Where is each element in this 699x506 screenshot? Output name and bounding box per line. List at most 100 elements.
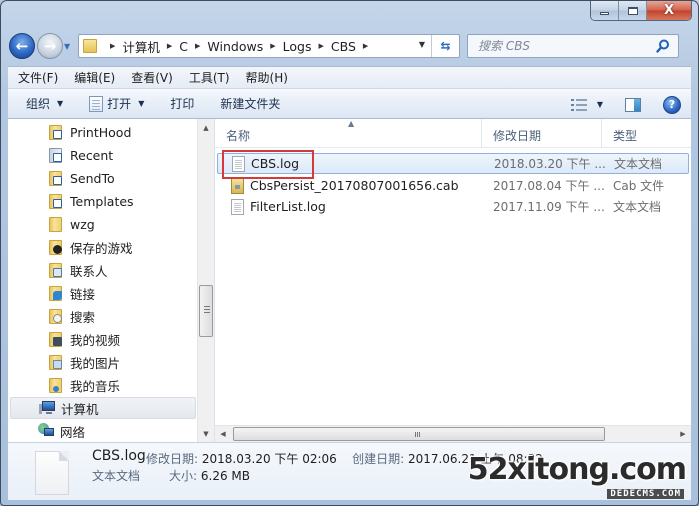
views-dropdown-icon[interactable]: ▼ [597,100,603,109]
scroll-down-arrow-icon[interactable]: ▼ [198,425,214,442]
file-name-cell: CbsPersist_20170807001656.cab [231,177,459,194]
chevron-down-icon[interactable]: ▼ [138,99,144,108]
tree-item-music[interactable]: 我的音乐 [48,374,120,396]
menu-view[interactable]: 查看(V) [131,69,173,86]
caption-buttons: X [590,1,692,21]
preview-pane-icon[interactable] [625,97,641,112]
change-view-icon[interactable] [570,98,587,111]
column-date[interactable]: 修改日期 [493,127,541,144]
tree-item-videos[interactable]: 我的视频 [48,328,120,350]
recent-pages-dropdown[interactable]: ▼ [64,42,74,51]
breadcrumb-chevron-icon[interactable]: ▶ [363,42,368,50]
shortcut-folder-icon [48,170,64,186]
watermark-sub: DEDECMS.COM [607,489,684,499]
new-folder-button[interactable]: 新建文件夹 [220,95,280,112]
column-type[interactable]: 类型 [613,127,637,144]
notepad-icon [89,95,104,112]
tree-item-pictures[interactable]: 我的图片 [48,351,120,373]
scroll-up-arrow-icon[interactable]: ▲ [198,119,214,136]
scroll-right-arrow-icon[interactable]: ▶ [675,426,691,442]
annotation-highlight-box [222,150,314,179]
menu-edit[interactable]: 编辑(E) [74,69,115,86]
search-icon[interactable] [656,39,670,53]
tree-item-contacts[interactable]: 联系人 [48,259,108,281]
breadcrumb-item-logs[interactable]: Logs [283,39,312,54]
file-row[interactable]: FilterList.log 2017.11.09 下午 ... 文本文档 [217,196,689,217]
forward-arrow-icon: → [43,37,57,55]
print-button[interactable]: 打印 [170,95,194,112]
menu-tools[interactable]: 工具(T) [189,69,230,86]
column-divider[interactable] [481,119,482,148]
breadcrumb-item-c[interactable]: C [179,39,188,54]
navigation-bar: ← → ▼ ▶ 计算机 ▶ C ▶ Windows ▶ Logs ▶ CBS ▶… [9,32,690,60]
size-value: 6.26 MB [200,469,250,483]
cab-file-icon [231,177,244,194]
file-name: FilterList.log [250,199,326,214]
file-list-pane: ▲ 名称 修改日期 类型 CBS.log 2018.03.20 下午 ... 文… [215,119,691,442]
tree-item-network[interactable]: 网络 [38,420,85,442]
menu-bar: 文件(F) 编辑(E) 查看(V) 工具(T) 帮助(H) [8,66,691,88]
breadcrumb-chevron-icon[interactable]: ▶ [167,42,172,50]
music-icon [48,377,64,393]
breadcrumb-item-cbs[interactable]: CBS [331,39,356,54]
refresh-button[interactable]: ⇆ [431,35,459,57]
refresh-icon: ⇆ [440,39,451,53]
breadcrumb-chevron-icon[interactable]: ▶ [270,42,275,50]
chevron-down-icon: ▼ [57,99,64,108]
tree-item-sendto[interactable]: SendTo [48,167,115,189]
file-preview-icon [35,451,69,495]
organize-label: 组织 [26,97,51,111]
tree-item-printhood[interactable]: PrintHood [48,121,131,143]
content-area: PrintHood Recent SendTo Templates wzg 保存… [8,119,691,442]
address-history-dropdown[interactable]: ▼ [419,40,425,49]
tree-item-templates[interactable]: Templates [48,190,134,212]
search-input[interactable] [478,39,648,53]
nav-pane-scrollbar[interactable]: ▲ ▼ [197,119,214,442]
breadcrumb-chevron-icon[interactable]: ▶ [110,42,115,50]
file-date: 2018.03.20 下午 ... [494,157,606,171]
column-divider[interactable] [601,119,602,148]
scroll-left-arrow-icon[interactable]: ◀ [215,426,231,442]
tree-item-computer[interactable]: 计算机 [10,397,196,419]
tree-item-label: 我的图片 [70,355,121,371]
column-header: ▲ 名称 修改日期 类型 [215,119,691,148]
minimize-button[interactable] [591,1,619,20]
file-list-hscrollbar[interactable]: ◀ ▶ [215,425,691,442]
maximize-button[interactable] [619,1,647,20]
scrollbar-thumb[interactable] [233,427,605,441]
menu-help[interactable]: 帮助(H) [246,69,288,86]
tree-item-recent[interactable]: Recent [48,144,113,166]
back-button[interactable]: ← [9,33,35,59]
file-name: CbsPersist_20170807001656.cab [250,178,459,193]
tree-item-label: 我的视频 [70,332,121,348]
help-icon[interactable]: ? [663,95,681,114]
tree-item-saved-games[interactable]: 保存的游戏 [48,236,133,258]
breadcrumb-item-windows[interactable]: Windows [207,39,263,54]
breadcrumb-chevron-icon[interactable]: ▶ [318,42,323,50]
modified-value: 2018.03.20 下午 02:06 [201,452,337,466]
forward-button[interactable]: → [37,33,63,59]
minimize-icon [600,11,609,15]
tree-item-wzg[interactable]: wzg [48,213,95,235]
details-file-type: 文本文档 [92,469,141,483]
folder-icon [83,39,97,53]
close-button[interactable]: X [647,1,691,20]
shortcut-folder-icon [48,193,64,209]
tree-item-links[interactable]: 链接 [48,282,95,304]
tree-item-label: 链接 [70,286,96,302]
file-type: 文本文档 [613,200,662,214]
tree-item-searches[interactable]: 搜索 [48,305,95,327]
breadcrumb-chevron-icon[interactable]: ▶ [195,42,200,50]
text-file-icon [231,198,244,215]
maximize-icon [627,6,638,15]
breadcrumb-item-computer[interactable]: 计算机 [122,37,160,56]
menu-file[interactable]: 文件(F) [18,69,58,86]
column-name[interactable]: 名称 [226,127,250,144]
folder-tree: PrintHood Recent SendTo Templates wzg 保存… [8,119,198,442]
scrollbar-thumb[interactable] [199,285,213,337]
organize-button[interactable]: 组织 ▼ [26,95,63,112]
tree-item-label: 我的音乐 [70,378,121,394]
tree-item-label: 保存的游戏 [70,240,133,256]
open-button[interactable]: 打开 ▼ [89,95,144,112]
address-bar[interactable]: ▶ 计算机 ▶ C ▶ Windows ▶ Logs ▶ CBS ▶ ▼ ⇆ [78,34,460,58]
